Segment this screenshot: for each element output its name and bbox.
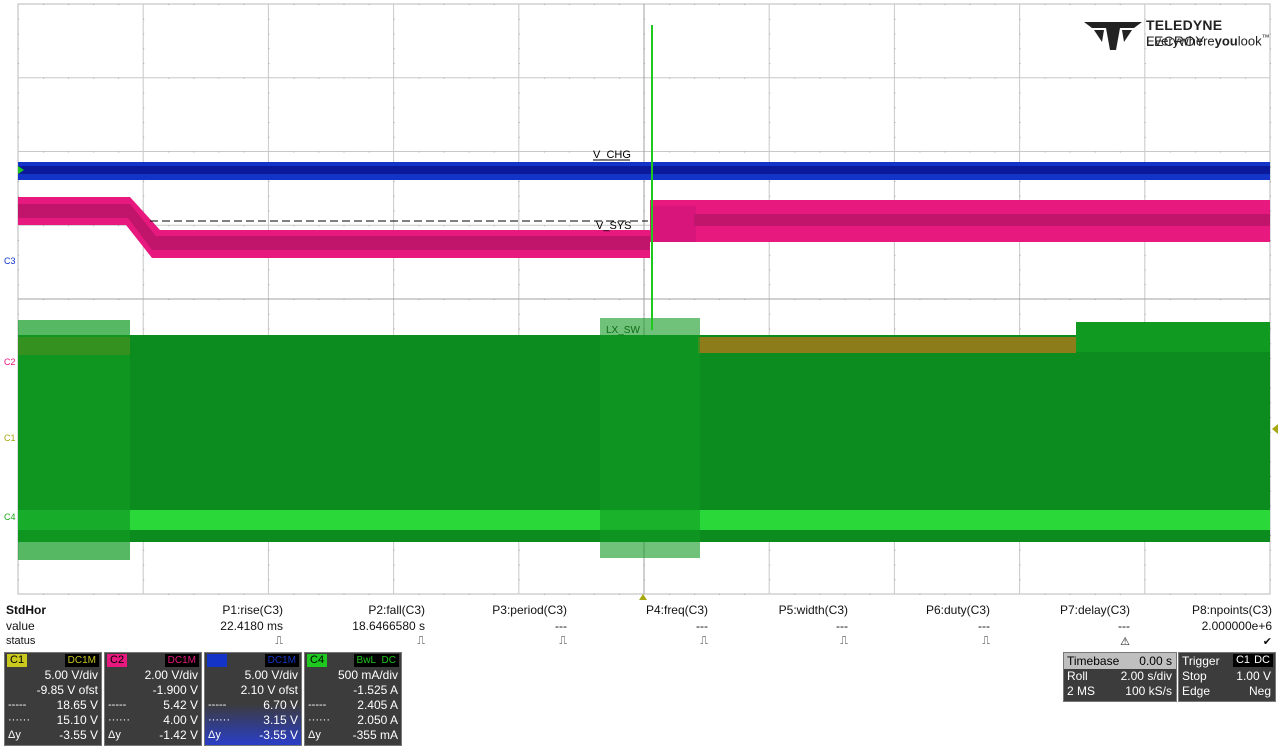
meas-param-status: ⚠ — [1120, 636, 1130, 648]
c3-scale: 5.00 V/div — [244, 668, 298, 682]
channel-c4-box[interactable]: C4 BwL DC 500 mA/div -1.525 A ----- 2.405 A… — [304, 652, 402, 746]
c2-cursor1: 5.42 V — [163, 698, 198, 712]
c2-tag: C2 — [107, 654, 128, 667]
logo-tagline-c: look — [1237, 33, 1262, 49]
meas-row-status: status — [6, 635, 36, 647]
logo-brand-bold: TELEDYNE — [1146, 17, 1223, 33]
c2-coupling: DC1M — [164, 654, 199, 667]
meas-param-value: 18.6466580 s — [352, 619, 425, 633]
c1-coupling: DC1M — [64, 654, 99, 667]
meas-param-status: ⎍ — [417, 635, 425, 647]
meas-param-status: ⎍ — [982, 635, 990, 647]
c3-marker[interactable]: C3 — [4, 256, 16, 266]
timebase-box[interactable]: Timebase 0.00 s Roll 2.00 s/div 2 MS 100 kS… — [1063, 652, 1177, 702]
c4-scale: 500 mA/div — [337, 668, 398, 682]
teledyne-logo-icon — [1084, 22, 1142, 50]
trigger-level: 1.00 V — [1236, 669, 1271, 683]
meas-param-label[interactable]: P4:freq(C3) — [646, 603, 708, 617]
c3-offset: 2.10 V ofst — [240, 683, 298, 697]
meas-param-value: 22.4180 ms — [220, 619, 283, 633]
c1-delta-label: Δy — [8, 729, 21, 741]
channel-c1-box[interactable]: C1 DC1M 5.00 V/div -9.85 V ofst ----- 18.6… — [4, 652, 102, 746]
timebase-title: Timebase — [1067, 654, 1120, 668]
meas-param-value: --- — [1118, 619, 1130, 633]
timebase-sample-rate: 100 kS/s — [1125, 684, 1172, 698]
meas-param-value: --- — [978, 619, 990, 633]
meas-param-label[interactable]: P7:delay(C3) — [1060, 603, 1130, 617]
c4-marker[interactable]: C4 — [4, 512, 16, 522]
meas-param-label[interactable]: P6:duty(C3) — [926, 603, 990, 617]
measurement-table[interactable]: StdHor value status P1:rise(C3) 22.4180 … — [0, 603, 1280, 649]
c1-cursor2: 15.10 V — [56, 713, 98, 727]
c4-cursor1: 2.405 A — [357, 698, 398, 712]
trigger-slope: Neg — [1248, 684, 1271, 698]
meas-param-label[interactable]: P1:rise(C3) — [222, 603, 283, 617]
meas-row-title: StdHor — [6, 603, 46, 617]
logo-tm: ™ — [1261, 33, 1270, 42]
meas-param-value: --- — [696, 619, 708, 633]
c3-tag: C3 — [207, 654, 228, 667]
c1-marker[interactable]: C1 — [4, 433, 16, 443]
teledyne-lecroy-logo: TELEDYNE LECROY Everywhereyoulook™ — [1084, 14, 1274, 54]
c3-cursor2: 3.15 V — [263, 713, 298, 727]
v-chg-label: V_CHG — [593, 149, 631, 161]
trigger-state: Stop — [1182, 669, 1207, 683]
c4-coupling: DC — [378, 654, 399, 667]
timebase-rate: 2.00 s/div — [1120, 669, 1172, 683]
timebase-delay: 0.00 s — [1139, 654, 1172, 668]
timebase-mode: Roll — [1067, 669, 1088, 683]
meas-param-label[interactable]: P8:npoints(C3) — [1192, 603, 1272, 617]
timebase-memory: 2 MS — [1067, 684, 1096, 698]
c2-delta-label: Δy — [108, 729, 121, 741]
trigger-box[interactable]: Trigger C1 DC Stop 1.00 V Edge Neg — [1178, 652, 1276, 702]
c3-coupling: DC1M — [264, 654, 299, 667]
c1-scale: 5.00 V/div — [44, 668, 98, 682]
meas-param-status: ✔ — [1262, 636, 1272, 648]
waveform-display[interactable]: V_CHG V_SYS LX_SW C3 C2 C1 C4 — [0, 0, 1280, 600]
c2-delta: -1.42 V — [159, 728, 198, 742]
c3-cursor1: 6.70 V — [263, 698, 298, 712]
logo-tagline-b: you — [1214, 33, 1238, 49]
meas-param-status: ⎍ — [559, 635, 567, 647]
c2-offset: -1.900 V — [152, 683, 198, 697]
meas-param-label[interactable]: P3:period(C3) — [492, 603, 567, 617]
c4-tag: C4 — [307, 654, 328, 667]
c1-offset: -9.85 V ofst — [36, 683, 98, 697]
trigger-type: Edge — [1182, 684, 1211, 698]
channel-c2-box[interactable]: C2 DC1M 2.00 V/div -1.900 V ----- 5.42 V ·… — [104, 652, 202, 746]
c3-trace — [18, 162, 1270, 180]
v-sys-label: V_SYS — [596, 220, 631, 232]
c3-delta-label: Δy — [208, 729, 221, 741]
meas-param-label[interactable]: P2:fall(C3) — [368, 603, 425, 617]
trigger-coupling: DC — [1251, 654, 1273, 667]
trigger-source: C1 — [1232, 654, 1253, 667]
logo-tagline-a: Everywhere — [1146, 33, 1215, 49]
meas-param-value: --- — [555, 619, 567, 633]
c4-cursor2: 2.050 A — [357, 713, 398, 727]
meas-param-label[interactable]: P5:width(C3) — [779, 603, 848, 617]
trigger-title: Trigger — [1182, 654, 1220, 668]
c4-offset: -1.525 A — [353, 683, 398, 697]
meas-param-status: ⎍ — [700, 635, 708, 647]
c1-delta: -3.55 V — [59, 728, 98, 742]
c2-marker[interactable]: C2 — [4, 357, 16, 367]
c2-scale: 2.00 V/div — [144, 668, 198, 682]
v-sw-label: LX_SW — [606, 325, 640, 336]
c1-tag: C1 — [7, 654, 28, 667]
meas-param-status: ⎍ — [840, 635, 848, 647]
c3-delta: -3.55 V — [259, 728, 298, 742]
meas-param-value: 2.000000e+6 — [1201, 619, 1272, 633]
c1-cursor1: 18.65 V — [56, 698, 98, 712]
c4-delta-label: Δy — [308, 729, 321, 741]
c4-bandwidth-limit: BwL — [353, 654, 379, 667]
meas-row-value: value — [6, 619, 35, 633]
meas-param-value: --- — [836, 619, 848, 633]
c2-cursor2: 4.00 V — [163, 713, 198, 727]
c4-delta: -355 mA — [352, 728, 398, 742]
meas-param-status: ⎍ — [275, 635, 283, 647]
channel-c3-box[interactable]: C3 DC1M 5.00 V/div 2.10 V ofst ----- 6.70 … — [204, 652, 302, 746]
